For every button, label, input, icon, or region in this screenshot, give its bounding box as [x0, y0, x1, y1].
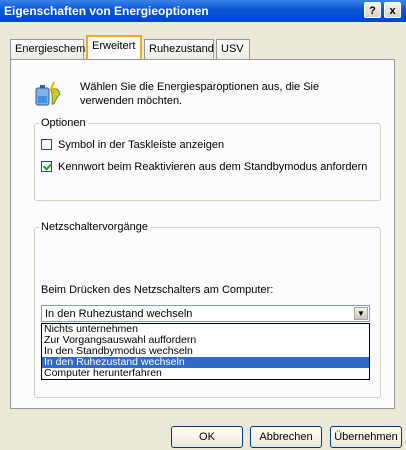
- taskbar-icon-option[interactable]: Symbol in der Taskleiste anzeigen: [41, 139, 224, 151]
- power-options-icon: [35, 81, 61, 106]
- power-button-dropdown-list: Nichts unternehmen Zur Vorgangsauswahl a…: [41, 323, 370, 380]
- apply-button[interactable]: Übernehmen: [330, 426, 402, 448]
- close-button[interactable]: x: [384, 2, 401, 18]
- power-button-press-label: Beim Drücken des Netzschalters am Comput…: [41, 284, 274, 296]
- taskbar-icon-label: Symbol in der Taskleiste anzeigen: [58, 139, 225, 151]
- intro-text: Wählen Sie die Energiesparoptionen aus, …: [80, 81, 320, 107]
- cancel-button[interactable]: Abbrechen: [250, 426, 322, 448]
- options-group: Optionen: [34, 117, 381, 201]
- tab-ruhezustand[interactable]: Ruhezustand: [144, 39, 214, 59]
- tab-erweitert[interactable]: Erweitert: [86, 35, 142, 59]
- power-button-action-select[interactable]: In den Ruhezustand wechseln ▼: [41, 305, 370, 322]
- password-resume-option[interactable]: Kennwort beim Reaktivieren aus dem Stand…: [41, 161, 367, 173]
- taskbar-icon-checkbox[interactable]: [41, 139, 52, 150]
- ok-button[interactable]: OK: [171, 426, 243, 448]
- tab-usv[interactable]: USV: [216, 39, 250, 59]
- password-resume-checkbox[interactable]: [41, 161, 52, 172]
- options-legend: Optionen: [41, 117, 86, 129]
- power-button-selected-value: In den Ruhezustand wechseln: [45, 308, 193, 320]
- password-resume-label: Kennwort beim Reaktivieren aus dem Stand…: [58, 161, 368, 173]
- power-button-legend: Netzschaltervorgänge: [41, 221, 149, 233]
- title-bar: Eigenschaften von Energieoptionen ? x: [0, 0, 406, 22]
- tab-energieschemas[interactable]: Energieschemas: [10, 39, 97, 59]
- chevron-down-icon[interactable]: ▼: [354, 307, 368, 320]
- dropdown-option-shutdown[interactable]: Computer herunterfahren: [42, 368, 369, 379]
- window-title: Eigenschaften von Energieoptionen: [4, 4, 209, 18]
- help-button[interactable]: ?: [364, 2, 381, 18]
